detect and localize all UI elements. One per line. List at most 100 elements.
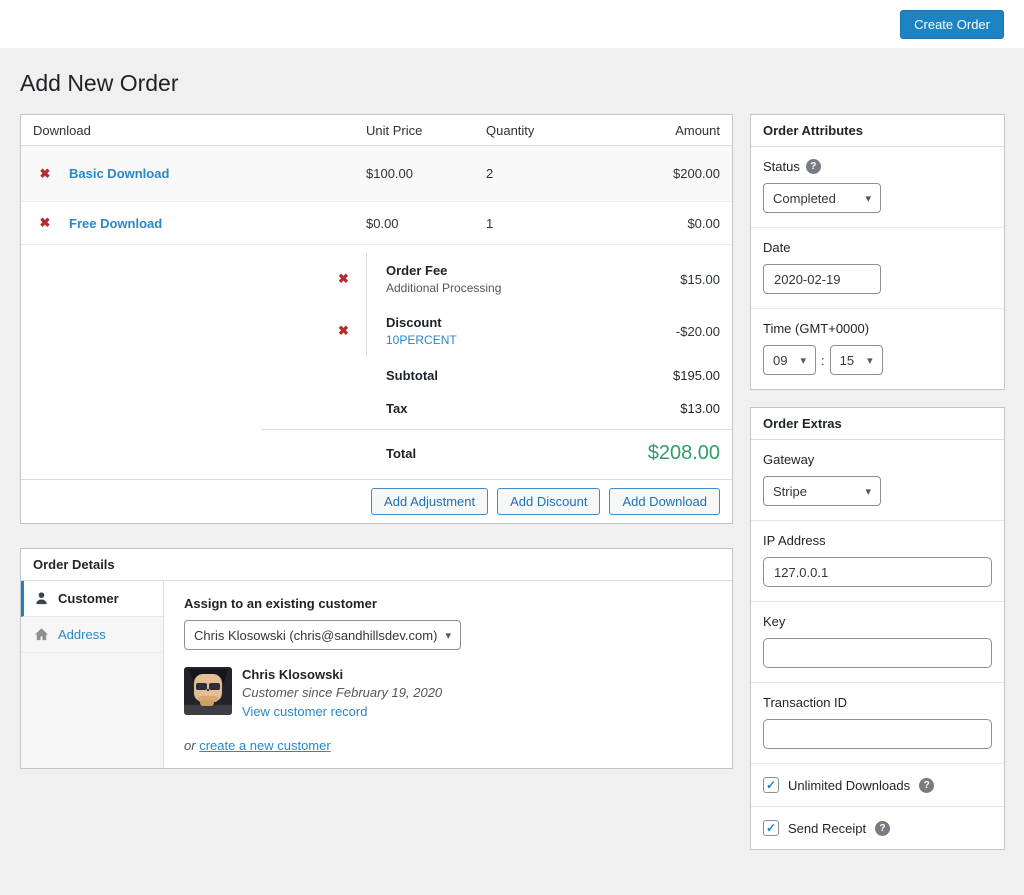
customer-name: Chris Klosowski: [242, 667, 442, 682]
gateway-label: Gateway: [763, 452, 814, 467]
minute-value: 15: [840, 353, 854, 368]
total-value: $208.00: [648, 442, 720, 465]
hour-value: 09: [773, 353, 787, 368]
quantity-value: 1: [486, 216, 606, 231]
date-input[interactable]: [763, 264, 881, 294]
adjustment-amount: -$20.00: [582, 324, 732, 339]
unlimited-downloads-label: Unlimited Downloads: [788, 778, 910, 793]
column-header-download: Download: [21, 123, 366, 138]
key-input[interactable]: [763, 638, 992, 668]
time-separator: :: [821, 353, 825, 368]
table-row: ✖ Free Download $0.00 1 $0.00: [21, 202, 732, 245]
subtotal-label: Subtotal: [386, 368, 438, 383]
order-items-table-header: Download Unit Price Quantity Amount: [21, 115, 732, 146]
customer-since: Customer since February 19, 2020: [242, 685, 442, 700]
total-row: Total $208.00: [366, 430, 732, 479]
home-icon: [34, 627, 49, 642]
page-title: Add New Order: [20, 48, 1004, 98]
unit-price-value: $100.00: [366, 166, 486, 181]
send-receipt-row: ✓ Send Receipt ?: [751, 807, 1004, 849]
add-download-button[interactable]: Add Download: [609, 488, 720, 515]
customer-select[interactable]: Chris Klosowski (chris@sandhillsdev.com)…: [184, 620, 461, 650]
transaction-id-label: Transaction ID: [763, 695, 847, 710]
admin-content: Add New Order Download Unit Price Quanti…: [0, 48, 1024, 895]
create-order-button[interactable]: Create Order: [900, 10, 1004, 39]
time-label: Time (GMT+0000): [763, 321, 869, 336]
unit-price-value: $0.00: [366, 216, 486, 231]
order-items-panel: Download Unit Price Quantity Amount ✖ Ba…: [20, 114, 733, 524]
remove-item-button[interactable]: ✖: [21, 166, 69, 182]
add-discount-button[interactable]: Add Discount: [497, 488, 600, 515]
tax-row: Tax $13.00: [366, 392, 732, 425]
amount-value: $0.00: [606, 216, 732, 231]
adjustment-description: Additional Processing: [386, 281, 582, 295]
subtotal-row: Subtotal $195.00: [366, 359, 732, 392]
ip-address-label: IP Address: [763, 533, 826, 548]
order-details-panel: Order Details Customer Address Assig: [20, 548, 733, 769]
chevron-down-icon: ▾: [445, 629, 451, 642]
send-receipt-checkbox[interactable]: ✓: [763, 820, 779, 836]
person-icon: [34, 591, 49, 606]
tab-customer[interactable]: Customer: [21, 581, 163, 617]
order-attributes-panel: Order Attributes Status ? Completed ▾ Da…: [750, 114, 1005, 390]
remove-adjustment-button[interactable]: ✖: [321, 271, 366, 287]
order-items-footer: Add Adjustment Add Discount Add Download: [21, 479, 732, 523]
column-header-amount: Amount: [606, 123, 732, 138]
date-label: Date: [763, 240, 790, 255]
chevron-down-icon: ▾: [865, 192, 871, 205]
total-label: Total: [386, 446, 416, 461]
help-icon[interactable]: ?: [875, 821, 890, 836]
ip-address-input[interactable]: [763, 557, 992, 587]
adjustment-row: ✖ Discount 10PERCENT -$20.00: [21, 305, 732, 357]
order-details-title: Order Details: [21, 549, 732, 581]
discount-code-link[interactable]: 10PERCENT: [386, 333, 582, 347]
customer-avatar: [184, 667, 232, 715]
remove-adjustment-button[interactable]: ✖: [321, 323, 366, 339]
chevron-down-icon: ▾: [865, 485, 871, 498]
adjustment-label: Order Fee: [386, 263, 582, 278]
hour-select[interactable]: 09 ▾: [763, 345, 816, 375]
adjustment-amount: $15.00: [582, 272, 732, 287]
unlimited-downloads-row: ✓ Unlimited Downloads ?: [751, 764, 1004, 807]
status-label: Status: [763, 159, 800, 174]
gateway-select[interactable]: Stripe ▾: [763, 476, 881, 506]
download-link[interactable]: Basic Download: [69, 166, 366, 181]
table-row: ✖ Basic Download $100.00 2 $200.00: [21, 146, 732, 202]
status-select[interactable]: Completed ▾: [763, 183, 881, 213]
key-label: Key: [763, 614, 785, 629]
column-header-unit-price: Unit Price: [366, 123, 486, 138]
transaction-id-input[interactable]: [763, 719, 992, 749]
tab-address[interactable]: Address: [21, 617, 163, 653]
minute-select[interactable]: 15 ▾: [830, 345, 883, 375]
status-select-value: Completed: [773, 191, 836, 206]
adjustment-label: Discount: [386, 315, 582, 330]
help-icon[interactable]: ?: [806, 159, 821, 174]
tab-address-label: Address: [58, 627, 106, 642]
ip-address-section: IP Address: [751, 521, 1004, 602]
chevron-down-icon: ▾: [867, 354, 873, 367]
assign-customer-label: Assign to an existing customer: [184, 596, 712, 611]
order-attributes-title: Order Attributes: [751, 115, 1004, 147]
adjustment-row: ✖ Order Fee Additional Processing $15.00: [21, 253, 732, 305]
key-section: Key: [751, 602, 1004, 683]
create-new-customer-link[interactable]: create a new customer: [199, 738, 331, 753]
send-receipt-label: Send Receipt: [788, 821, 866, 836]
column-header-quantity: Quantity: [486, 123, 606, 138]
order-extras-panel: Order Extras Gateway Stripe ▾ IP Address…: [750, 407, 1005, 850]
tab-customer-label: Customer: [58, 591, 119, 606]
date-section: Date: [751, 228, 1004, 309]
status-section: Status ? Completed ▾: [751, 147, 1004, 228]
remove-item-button[interactable]: ✖: [21, 215, 69, 231]
view-customer-record-link[interactable]: View customer record: [242, 704, 367, 719]
tax-label: Tax: [386, 401, 407, 416]
help-icon[interactable]: ?: [919, 778, 934, 793]
top-toolbar: Create Order: [0, 0, 1024, 48]
tax-value: $13.00: [680, 401, 720, 416]
customer-select-value: Chris Klosowski (chris@sandhillsdev.com): [194, 628, 437, 643]
chevron-down-icon: ▾: [800, 354, 806, 367]
order-details-tabs: Customer Address: [21, 581, 164, 768]
unlimited-downloads-checkbox[interactable]: ✓: [763, 777, 779, 793]
add-adjustment-button[interactable]: Add Adjustment: [371, 488, 488, 515]
time-section: Time (GMT+0000) 09 ▾ : 15 ▾: [751, 309, 1004, 389]
download-link[interactable]: Free Download: [69, 216, 366, 231]
